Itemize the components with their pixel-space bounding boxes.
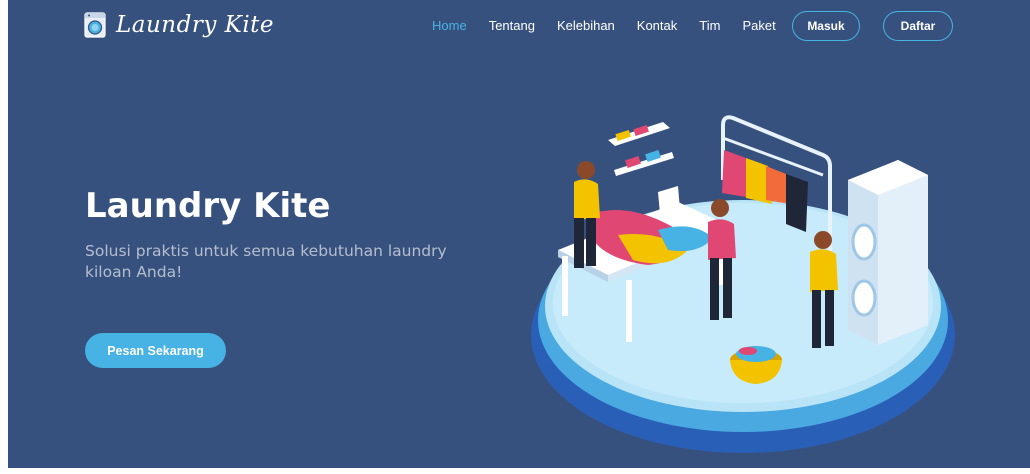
hero-subtitle: Solusi praktis untuk semua kebutuhan lau… — [85, 242, 447, 281]
register-button[interactable]: Daftar — [883, 11, 953, 41]
brand-logo[interactable]: Laundry Kite — [84, 8, 274, 42]
nav-link-tentang[interactable]: Tentang — [489, 18, 535, 33]
nav-link-kontak[interactable]: Kontak — [637, 18, 677, 33]
nav-menu: Home Tentang Kelebihan Kontak Tim Paket — [432, 0, 798, 50]
login-button[interactable]: Masuk — [792, 11, 860, 41]
brand-name: Laundry Kite — [116, 12, 275, 38]
nav-link-tim[interactable]: Tim — [699, 18, 720, 33]
laundry-room-illustration — [531, 115, 955, 453]
navbar: Laundry Kite Home Tentang Kelebihan Kont… — [8, 0, 1030, 50]
nav-link-home[interactable]: Home — [432, 18, 467, 33]
order-now-button[interactable]: Pesan Sekarang — [85, 333, 226, 368]
washing-machine-icon — [84, 12, 106, 38]
nav-link-paket[interactable]: Paket — [742, 18, 775, 33]
page-frame: Laundry Kite Home Tentang Kelebihan Kont… — [8, 0, 1030, 468]
nav-link-kelebihan[interactable]: Kelebihan — [557, 18, 615, 33]
hero-title: Laundry Kite — [85, 186, 331, 226]
